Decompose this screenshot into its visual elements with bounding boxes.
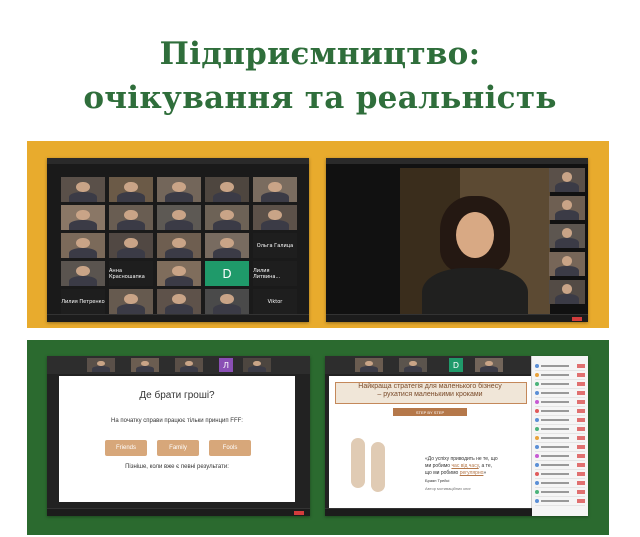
quote-line: «До успіху приводить не те, що	[425, 456, 498, 462]
participant-tile	[205, 233, 249, 258]
participant-thumbnail	[549, 252, 585, 276]
quote-author: Браян Трейсі	[425, 478, 450, 483]
chip-friends: Friends	[105, 440, 147, 456]
participant-sidebar[interactable]	[549, 168, 585, 308]
participant-tile	[157, 233, 201, 258]
end-meeting-button[interactable]	[294, 511, 304, 515]
participant-avatar: D	[205, 261, 249, 286]
slide-subtitle: На початку справи працює тільки принцип …	[111, 418, 243, 424]
participant-thumbnail	[175, 358, 203, 372]
participant-tile	[205, 289, 249, 314]
cat-paw-image	[371, 442, 385, 492]
participants-panel[interactable]	[531, 356, 588, 516]
active-speaker-video	[400, 168, 550, 314]
chip-family: Family	[157, 440, 199, 456]
participant-tile	[61, 177, 105, 202]
participant-thumbnail	[549, 168, 585, 192]
quote-author-role: Автор мотиваційних книг	[425, 486, 471, 491]
window-titlebar	[326, 158, 588, 164]
participant-tile-name-only: Лилия Литвина...	[253, 261, 297, 286]
participant-thumbnail	[355, 358, 383, 372]
participant-tile	[205, 177, 249, 202]
quote-line: що ми робимо	[425, 470, 459, 476]
zoom-gallery-screenshot: Ольга Галица Анна Красношапка D Лилия Ли…	[47, 158, 309, 322]
zoom-slide-fff-screenshot: Л Де брати гроші? На початку справи прац…	[47, 356, 310, 516]
participant-thumbnail	[549, 196, 585, 220]
shared-slide: Де брати гроші? На початку справи працює…	[59, 376, 295, 502]
participant-thumbnail	[399, 358, 427, 372]
participant-tile	[253, 205, 297, 230]
slide-headline: Найкраща стратегія для маленького бізнес…	[329, 383, 531, 399]
meeting-controls-bar[interactable]	[326, 314, 588, 322]
participant-tile	[253, 177, 297, 202]
participant-thumbnail	[549, 224, 585, 248]
participant-thumbnail	[87, 358, 115, 372]
participant-tile-name-only: Viktor	[253, 289, 297, 314]
participant-avatar: D	[449, 358, 463, 372]
participant-tile	[109, 233, 153, 258]
window-titlebar	[47, 158, 309, 164]
participant-avatar: Л	[219, 358, 233, 372]
participant-thumbnail	[475, 358, 503, 372]
headline-line-2: – рухатися маленькими кроками	[377, 391, 483, 398]
participant-tile	[205, 205, 249, 230]
participant-thumbnail	[243, 358, 271, 372]
page-title-line-2: очікування та реальність	[83, 80, 557, 116]
quote-line: ми робимо	[425, 463, 451, 469]
chip-fools: Fools	[209, 440, 251, 456]
participant-tile	[61, 233, 105, 258]
slide-quote: «До успіху приводить не те, що ми робимо…	[425, 456, 521, 493]
meeting-controls-bar[interactable]	[47, 508, 310, 516]
participant-tile-name-only: Лилия Петренко	[61, 289, 105, 314]
quote-highlight: регулярно	[459, 470, 484, 476]
quote-highlight: час від часу	[451, 463, 479, 469]
quote-line: , а те,	[478, 463, 493, 469]
headline-line-1: Найкраща стратегія для маленького бізнес…	[358, 383, 502, 390]
meeting-controls-bar[interactable]	[47, 314, 309, 322]
page-title-line-1: Підприємництво:	[159, 36, 481, 72]
zoom-slide-steps-screenshot: D Найкраща стратегія для маленького бізн…	[325, 356, 588, 516]
participant-strip: Л	[47, 356, 310, 374]
participant-tile	[109, 205, 153, 230]
slide-title: Де брати гроші?	[139, 390, 215, 401]
participant-tile	[61, 261, 105, 286]
participant-tile	[157, 205, 201, 230]
shared-slide: Найкраща стратегія для маленького бізнес…	[329, 376, 531, 508]
participant-thumbnail	[549, 280, 585, 304]
participant-tile	[109, 289, 153, 314]
participant-strip: D	[325, 356, 532, 374]
participant-tile	[157, 261, 201, 286]
participant-tile	[157, 177, 201, 202]
zoom-speaker-screenshot	[326, 158, 588, 322]
participant-tile	[157, 289, 201, 314]
quote-line: »	[483, 470, 487, 476]
participant-tile-name-only: Анна Красношапка	[109, 261, 153, 286]
participant-tile	[61, 205, 105, 230]
participant-tile-name-only: Ольга Галица	[253, 233, 297, 258]
slide-footer: Пізніше, коли вже є певні результати:	[125, 464, 229, 470]
cat-paw-image	[351, 438, 365, 488]
meeting-controls-bar[interactable]	[325, 508, 532, 516]
step-by-step-label: STEP BY STEP	[393, 408, 467, 416]
end-meeting-button[interactable]	[572, 317, 582, 321]
participant-tile	[109, 177, 153, 202]
participant-thumbnail	[131, 358, 159, 372]
